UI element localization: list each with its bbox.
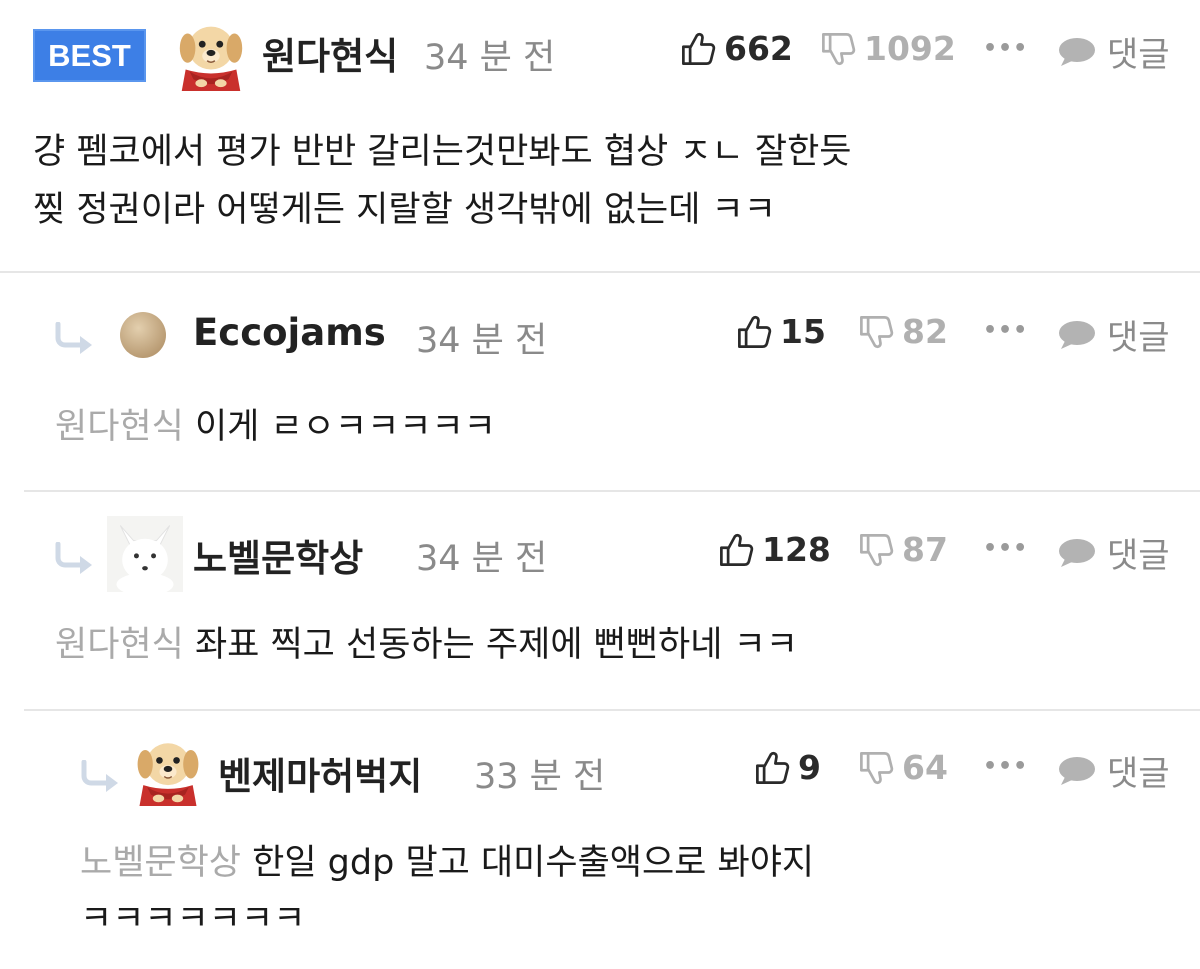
more-options-icon[interactable]: ••• bbox=[983, 536, 1028, 561]
like-count: 15 bbox=[780, 312, 826, 351]
more-options-icon[interactable]: ••• bbox=[983, 318, 1028, 343]
reply-label: 댓글 bbox=[1107, 754, 1170, 794]
dislike-button[interactable]: 87 bbox=[858, 530, 948, 569]
mention-tag[interactable]: 노벨문학상 bbox=[80, 843, 241, 883]
comment-time: 34 분 전 bbox=[416, 539, 548, 579]
dislike-count: 1092 bbox=[864, 29, 956, 68]
speech-bubble-icon bbox=[1057, 36, 1097, 68]
author-name[interactable]: 노벨문학상 bbox=[193, 528, 363, 582]
thumbs-up-icon bbox=[754, 750, 790, 786]
dislike-count: 64 bbox=[902, 748, 948, 787]
more-options-icon[interactable]: ••• bbox=[983, 36, 1028, 61]
dislike-button[interactable]: 82 bbox=[858, 312, 948, 351]
like-button[interactable]: 15 bbox=[736, 312, 826, 351]
thumbs-down-icon bbox=[858, 314, 894, 350]
white-fox-avatar[interactable] bbox=[106, 516, 184, 592]
comment-text: 이게 ㄹㅇㅋㅋㅋㅋㅋ bbox=[194, 407, 496, 447]
beige-circle-avatar[interactable] bbox=[118, 310, 168, 360]
reply-button[interactable]: 댓글 bbox=[1057, 310, 1170, 359]
speech-bubble-icon bbox=[1057, 537, 1097, 569]
mention-tag[interactable]: 원다현식 bbox=[55, 625, 184, 665]
thumbs-up-icon bbox=[680, 31, 716, 67]
thumbs-up-icon bbox=[736, 314, 772, 350]
reply-label: 댓글 bbox=[1107, 35, 1170, 75]
like-count: 128 bbox=[762, 530, 831, 569]
author-name[interactable]: 원다현식 bbox=[262, 26, 398, 80]
reply-label: 댓글 bbox=[1107, 318, 1170, 358]
author-name[interactable]: 벤제마허벅지 bbox=[218, 746, 422, 800]
divider bbox=[0, 271, 1200, 273]
best-badge: BEST bbox=[33, 29, 146, 82]
reply-label: 댓글 bbox=[1107, 536, 1170, 576]
dislike-count: 82 bbox=[902, 312, 948, 351]
thumbs-up-icon bbox=[718, 532, 754, 568]
dislike-button[interactable]: 1092 bbox=[820, 29, 956, 68]
thumbs-down-icon bbox=[820, 31, 856, 67]
dislike-count: 87 bbox=[902, 530, 948, 569]
puppy-avatar[interactable] bbox=[172, 12, 250, 92]
divider bbox=[24, 709, 1200, 711]
author-name[interactable]: Eccojams bbox=[193, 311, 386, 354]
reply-arrow-icon bbox=[54, 322, 98, 356]
dislike-button[interactable]: 64 bbox=[858, 748, 948, 787]
comment-text: 좌표 찍고 선동하는 주제에 뻔뻔하네 ㅋㅋ bbox=[194, 625, 798, 665]
comment-body: 노벨문학상 한일 gdp 말고 대미수출액으로 봐야지 bbox=[80, 836, 814, 891]
mention-tag[interactable]: 원다현식 bbox=[55, 407, 184, 447]
comment-text-line-2: ㅋㅋㅋㅋㅋㅋㅋ bbox=[80, 899, 306, 939]
comment-text-line-2: 찢 정권이라 어떻게든 지랄할 생각밖에 없는데 ㅋㅋ bbox=[33, 190, 776, 230]
comment-time: 34 분 전 bbox=[424, 38, 556, 78]
comment-body: 원다현식 이게 ㄹㅇㅋㅋㅋㅋㅋ bbox=[55, 400, 496, 455]
like-button[interactable]: 662 bbox=[680, 29, 793, 68]
like-button[interactable]: 128 bbox=[718, 530, 831, 569]
like-count: 662 bbox=[724, 29, 793, 68]
like-count: 9 bbox=[798, 748, 821, 787]
reply-button[interactable]: 댓글 bbox=[1057, 27, 1170, 76]
puppy-avatar[interactable] bbox=[130, 728, 206, 808]
more-options-icon[interactable]: ••• bbox=[983, 754, 1028, 779]
divider bbox=[24, 490, 1200, 492]
thumbs-down-icon bbox=[858, 532, 894, 568]
reply-arrow-icon bbox=[80, 760, 124, 794]
thumbs-down-icon bbox=[858, 750, 894, 786]
reply-button[interactable]: 댓글 bbox=[1057, 746, 1170, 795]
speech-bubble-icon bbox=[1057, 319, 1097, 351]
speech-bubble-icon bbox=[1057, 755, 1097, 787]
reply-arrow-icon bbox=[54, 542, 98, 576]
comment-text: 한일 gdp 말고 대미수출액으로 봐야지 bbox=[252, 843, 815, 883]
comment-time: 33 분 전 bbox=[474, 757, 606, 797]
comment-time: 34 분 전 bbox=[416, 321, 548, 361]
like-button[interactable]: 9 bbox=[754, 748, 821, 787]
comment-body: 원다현식 좌표 찍고 선동하는 주제에 뻔뻔하네 ㅋㅋ bbox=[55, 618, 798, 673]
reply-button[interactable]: 댓글 bbox=[1057, 528, 1170, 577]
comment-text-line-1: 걍 펨코에서 평가 반반 갈리는것만봐도 협상 ㅈㄴ 잘한듯 bbox=[33, 132, 852, 172]
